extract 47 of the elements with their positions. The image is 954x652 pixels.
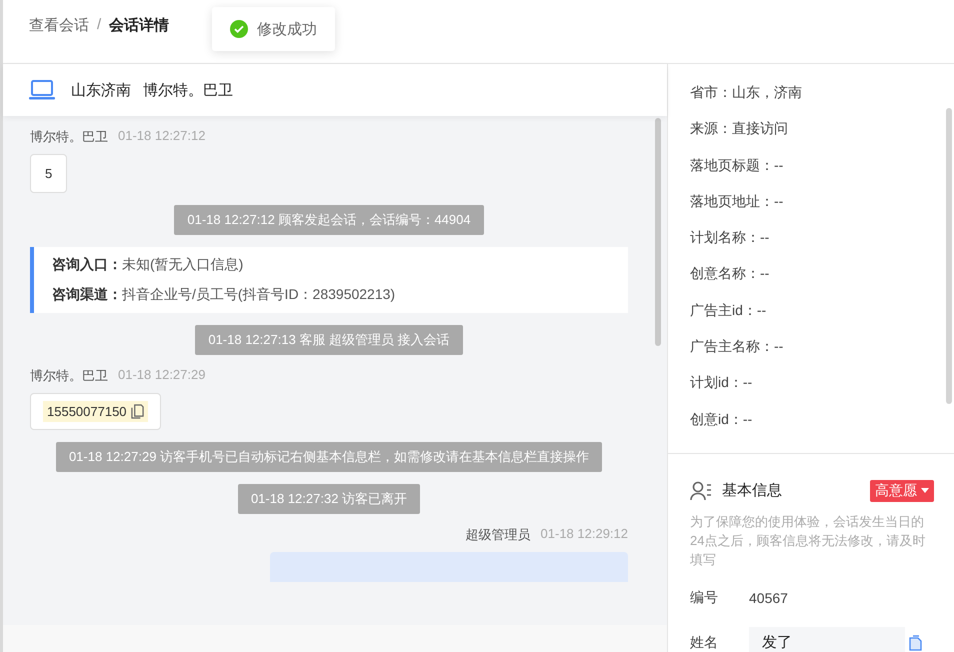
message-time: 01-18 12:27:12 [118,128,206,145]
info-value: 未知(暂无入口信息) [122,256,244,272]
phone-number: 15550077150 [47,404,127,419]
info-label: 咨询渠道： [52,286,122,302]
visitor-name: 博尔特。巴卫 [143,80,233,100]
detail-text: 广告主id：-- [690,300,768,320]
hint-text: 为了保障您的使用体验，会话发生当日的24点之后，顾客信息将无法修改，请及时填写 [690,512,926,569]
detail-text: 计划名称：-- [690,228,770,248]
message-time: 01-18 12:27:29 [118,367,206,384]
sender-name: 博尔特。巴卫 [30,367,108,385]
visitor-location: 山东济南 [71,80,131,100]
detail-text: 计划id：-- [690,373,754,392]
caret-icon [921,488,929,494]
system-message: 01-18 12:27:32 访客已离开 [238,484,420,514]
toast-message: 修改成功 [212,7,335,51]
section-title: 基本信息 [722,481,783,500]
detail-text: 落地页标题：-- [690,156,784,175]
sender-name: 博尔特。巴卫 [30,128,108,146]
user-list-icon [690,480,712,501]
detail-text: 创意id：-- [690,410,754,429]
system-message: 01-18 12:27:12 顾客发起会话，会话编号：44904 [174,205,484,235]
sender-name: 超级管理员 [466,526,531,544]
success-icon [230,20,248,38]
detail-text: 来源：直接访问 [690,119,789,138]
field-value: 40567 [749,590,788,606]
detail-text: 广告主名称：-- [690,337,784,356]
breadcrumb-separator: / [97,16,102,33]
message-time: 01-18 12:29:12 [540,526,628,543]
field-label: 姓名 [690,634,719,652]
system-message: 01-18 12:27:13 客服 超级管理员 接入会话 [195,325,463,355]
message-bubble: 5 [30,154,68,193]
breadcrumb-item: 会话详情 [109,16,170,35]
system-message: 01-18 12:27:29 访客手机号已自动标记右侧基本信息栏，如需修改请在基本信息栏直接操作 [56,442,602,472]
breadcrumb-item[interactable]: 查看会话 [29,16,89,35]
detail-text: 落地页地址：-- [690,192,784,211]
intent-dropdown[interactable]: 高意愿 [870,480,934,502]
detail-text: 创意名称：-- [690,264,770,284]
scrollbar[interactable] [946,108,952,404]
field-label: 编号 [690,588,719,607]
copy-icon[interactable] [909,634,923,651]
copy-icon[interactable] [130,404,144,419]
input-field[interactable]: 发了 [749,626,905,652]
detail-text: 省市：山东，济南 [690,83,803,102]
info-label: 咨询入口： [52,256,122,272]
laptop-icon [29,79,55,101]
info-value: 抖音企业号/员工号(抖音号ID：2839502213) [122,286,396,302]
scrollbar[interactable] [655,118,661,346]
